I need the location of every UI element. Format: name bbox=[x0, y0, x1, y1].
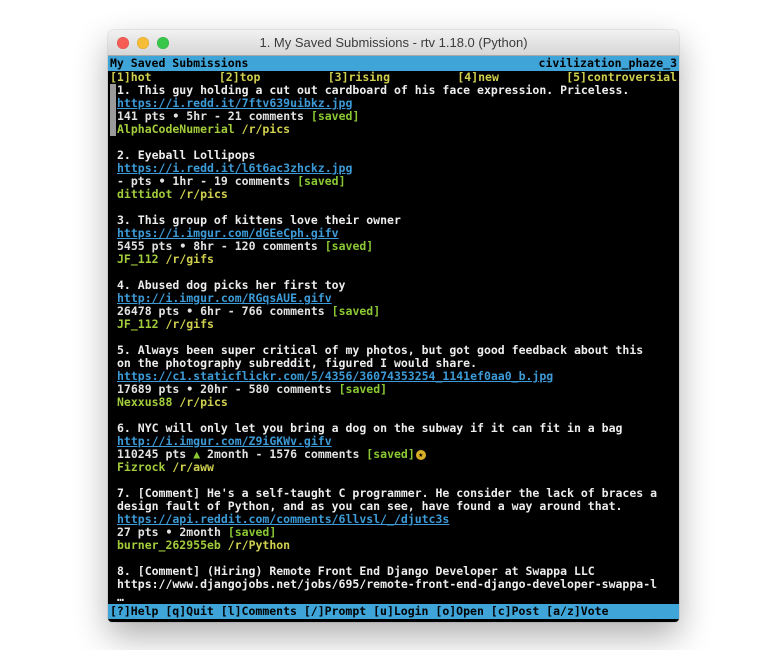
minimize-button[interactable] bbox=[137, 37, 149, 49]
score-label: - pts bbox=[117, 175, 152, 188]
submission-title: 1. This guy holding a cut out cardboard … bbox=[117, 84, 677, 97]
submission-byline: Nexxus88 /r/pics bbox=[117, 396, 677, 409]
window-titlebar: 1. My Saved Submissions - rtv 1.18.0 (Py… bbox=[108, 30, 679, 56]
saved-badge: [saved] bbox=[332, 305, 380, 318]
bullet-separator: • bbox=[179, 240, 186, 253]
score-label: 27 pts bbox=[117, 526, 159, 539]
score-label: 26478 pts bbox=[117, 305, 179, 318]
submission-item[interactable]: 4. Abused dog picks her first toyhttp://… bbox=[117, 279, 677, 331]
bullet-separator: • bbox=[186, 305, 193, 318]
submission-stats: - pts • 1hr - 19 comments [saved] bbox=[117, 175, 677, 188]
submission-link[interactable]: https://c1.staticflickr.com/5/4356/36074… bbox=[117, 370, 553, 383]
desktop: 1. My Saved Submissions - rtv 1.18.0 (Py… bbox=[0, 0, 771, 650]
submission-link[interactable]: https://i.redd.it/l6t6ac3zhckz.jpg bbox=[117, 162, 352, 175]
sort-tabs: [1]hot [2]top [3]rising [4]new [5]contro… bbox=[108, 71, 679, 84]
submission-stats: 5455 pts • 8hr - 120 comments [saved] bbox=[117, 240, 677, 253]
subreddit-link[interactable]: /r/pics bbox=[179, 396, 227, 409]
subreddit-link[interactable]: /r/gifs bbox=[165, 318, 213, 331]
submission-author[interactable]: AlphaCodeNumerial bbox=[117, 123, 235, 136]
gilded-icon: ★ bbox=[416, 450, 426, 460]
submission-link[interactable]: http://i.imgur.com/Z9iGKWv.gifv bbox=[117, 435, 332, 448]
submission-byline: AlphaCodeNumerial /r/pics bbox=[117, 123, 677, 136]
submission-stats: 26478 pts • 6hr - 766 comments [saved] bbox=[117, 305, 677, 318]
score-label: 110245 pts bbox=[117, 448, 186, 461]
score-label: 17689 pts bbox=[117, 383, 179, 396]
submission-title: on the photography subreddit, figured I … bbox=[117, 357, 677, 370]
window-title: 1. My Saved Submissions - rtv 1.18.0 (Py… bbox=[259, 35, 527, 50]
submission-link[interactable]: https://api.reddit.com/comments/6llvsl/_… bbox=[117, 513, 449, 526]
submission-author[interactable]: Nexxus88 bbox=[117, 396, 172, 409]
bullet-separator: • bbox=[159, 175, 166, 188]
terminal: My Saved Submissions civilization_phaze_… bbox=[108, 56, 679, 622]
submission-body-text: … bbox=[117, 591, 677, 604]
saved-badge: [saved] bbox=[228, 526, 276, 539]
zoom-button[interactable] bbox=[157, 37, 169, 49]
submission-byline: dittidot /r/pics bbox=[117, 188, 677, 201]
submission-byline: Fizrock /r/aww bbox=[117, 461, 677, 474]
saved-badge: [saved] bbox=[297, 175, 345, 188]
subreddit-link[interactable]: /r/pics bbox=[179, 188, 227, 201]
saved-badge: [saved] bbox=[339, 383, 387, 396]
submission-title: 5. Always been super critical of my phot… bbox=[117, 344, 677, 357]
tab-new[interactable]: [4]new bbox=[457, 71, 499, 84]
saved-badge: [saved] bbox=[366, 448, 414, 461]
submission-author[interactable]: JF_112 bbox=[117, 318, 159, 331]
tab-top[interactable]: [2]top bbox=[219, 71, 261, 84]
submission-title: 3. This group of kittens love their owne… bbox=[117, 214, 677, 227]
username: civilization_phaze_3 bbox=[539, 56, 677, 71]
submission-stats: 110245 pts ▲ 2month - 1576 comments [sav… bbox=[117, 448, 677, 461]
tab-hot[interactable]: [1]hot bbox=[110, 71, 152, 84]
submission-item[interactable]: 1. This guy holding a cut out cardboard … bbox=[117, 84, 677, 136]
submission-item[interactable]: 3. This group of kittens love their owne… bbox=[117, 214, 677, 266]
submission-author[interactable]: burner_262955eb bbox=[117, 539, 221, 552]
submission-byline: JF_112 /r/gifs bbox=[117, 253, 677, 266]
tab-rising[interactable]: [3]rising bbox=[328, 71, 390, 84]
status-header: My Saved Submissions civilization_phaze_… bbox=[108, 56, 679, 71]
bullet-separator: • bbox=[186, 383, 193, 396]
submission-title: 6. NYC will only let you bring a dog on … bbox=[117, 422, 677, 435]
score-label: 141 pts bbox=[117, 110, 165, 123]
upvote-arrow-icon: ▲ bbox=[193, 448, 200, 461]
submission-body-text: https://www.djangojobs.net/jobs/695/remo… bbox=[117, 578, 677, 591]
app-window: 1. My Saved Submissions - rtv 1.18.0 (Py… bbox=[108, 30, 679, 622]
submission-title: 7. [Comment] He's a self-taught C progra… bbox=[117, 487, 677, 500]
subreddit-link[interactable]: /r/Python bbox=[228, 539, 290, 552]
page-title: My Saved Submissions bbox=[110, 56, 248, 71]
tab-controversial[interactable]: [5]controversial bbox=[566, 71, 677, 84]
submission-author[interactable]: Fizrock bbox=[117, 461, 165, 474]
saved-badge: [saved] bbox=[325, 240, 373, 253]
submission-stats: 27 pts • 2month [saved] bbox=[117, 526, 677, 539]
submission-title: 8. [Comment] (Hiring) Remote Front End D… bbox=[117, 565, 677, 578]
submission-stats: 17689 pts • 20hr - 580 comments [saved] bbox=[117, 383, 677, 396]
submission-byline: burner_262955eb /r/Python bbox=[117, 539, 677, 552]
submission-author[interactable]: JF_112 bbox=[117, 253, 159, 266]
submission-link[interactable]: https://i.redd.it/7ftv639uibkz.jpg bbox=[117, 97, 352, 110]
subreddit-link[interactable]: /r/pics bbox=[242, 123, 290, 136]
close-button[interactable] bbox=[117, 37, 129, 49]
bullet-separator: • bbox=[165, 526, 172, 539]
submission-title: design fault of Python, and as you can s… bbox=[117, 500, 677, 513]
submission-link[interactable]: https://i.imgur.com/dGEeCph.gifv bbox=[117, 227, 339, 240]
submission-title: 2. Eyeball Lollipops bbox=[117, 149, 677, 162]
submission-author[interactable]: dittidot bbox=[117, 188, 172, 201]
submission-stats: 141 pts • 5hr - 21 comments [saved] bbox=[117, 110, 677, 123]
bullet-separator: • bbox=[172, 110, 179, 123]
submission-byline: JF_112 /r/gifs bbox=[117, 318, 677, 331]
subreddit-link[interactable]: /r/aww bbox=[172, 461, 214, 474]
submission-item[interactable]: 7. [Comment] He's a self-taught C progra… bbox=[117, 487, 677, 552]
submission-item[interactable]: 5. Always been super critical of my phot… bbox=[117, 344, 677, 409]
submission-item[interactable]: 2. Eyeball Lollipopshttps://i.redd.it/l6… bbox=[117, 149, 677, 201]
submission-item[interactable]: 8. [Comment] (Hiring) Remote Front End D… bbox=[117, 565, 677, 604]
subreddit-link[interactable]: /r/gifs bbox=[165, 253, 213, 266]
score-label: 5455 pts bbox=[117, 240, 172, 253]
saved-badge: [saved] bbox=[311, 110, 359, 123]
submission-item[interactable]: 6. NYC will only let you bring a dog on … bbox=[117, 422, 677, 474]
submission-title: 4. Abused dog picks her first toy bbox=[117, 279, 677, 292]
help-bar: [?]Help [q]Quit [l]Comments [/]Prompt [u… bbox=[108, 604, 679, 619]
traffic-lights bbox=[117, 30, 169, 55]
submission-list: 1. This guy holding a cut out cardboard … bbox=[108, 84, 679, 604]
submission-link[interactable]: http://i.imgur.com/RGqsAUE.gifv bbox=[117, 292, 332, 305]
